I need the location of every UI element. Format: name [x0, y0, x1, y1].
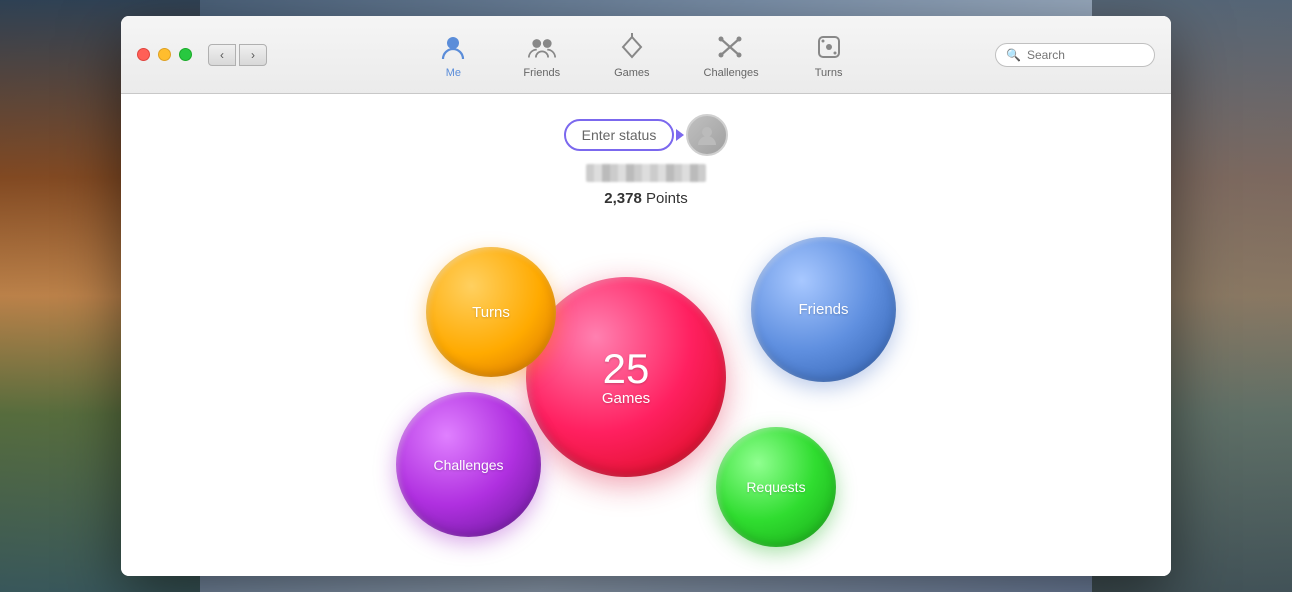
tab-turns-label: Turns: [815, 67, 843, 79]
games-count: 25: [603, 348, 650, 390]
search-input[interactable]: [1027, 48, 1144, 62]
search-box[interactable]: 🔍: [995, 43, 1155, 67]
points-display: 2,378 Points: [604, 190, 687, 207]
close-button[interactable]: [137, 48, 150, 61]
forward-button[interactable]: ›: [239, 44, 267, 66]
me-icon: [437, 31, 469, 63]
tabs-area: Me Friends: [287, 25, 995, 85]
challenges-icon: [715, 31, 747, 63]
tab-turns[interactable]: Turns: [801, 25, 857, 85]
tab-games-label: Games: [614, 67, 649, 79]
search-icon: 🔍: [1006, 48, 1021, 62]
bubble-turns[interactable]: Turns: [426, 247, 556, 377]
turns-label: Turns: [472, 304, 510, 321]
tab-challenges-label: Challenges: [704, 67, 759, 79]
challenges-label: Challenges: [433, 457, 503, 473]
status-text: Enter status: [582, 127, 657, 143]
tab-friends-label: Friends: [523, 67, 560, 79]
bubble-friends[interactable]: Friends: [751, 237, 896, 382]
forward-icon: ›: [251, 48, 255, 62]
requests-label: Requests: [746, 479, 805, 495]
friends-label: Friends: [798, 301, 848, 318]
points-value: 2,378: [604, 190, 642, 207]
tab-me[interactable]: Me: [425, 25, 481, 85]
username-pixelated: [586, 164, 706, 182]
status-area: Enter status: [564, 114, 729, 156]
tab-me-label: Me: [446, 67, 461, 79]
maximize-button[interactable]: [179, 48, 192, 61]
nav-arrows: ‹ ›: [208, 44, 267, 66]
main-content: Enter status 2,378 Points 25 Games Tur: [121, 94, 1171, 576]
status-bubble[interactable]: Enter status: [564, 119, 675, 151]
traffic-lights: [137, 48, 192, 61]
back-button[interactable]: ‹: [208, 44, 236, 66]
username-block: 2,378 Points: [586, 164, 706, 207]
bubbles-area: 25 Games Turns Friends Challenges Reques…: [346, 217, 946, 557]
games-label: Games: [602, 390, 650, 407]
avatar[interactable]: [686, 114, 728, 156]
friends-icon: [526, 31, 558, 63]
games-icon: [616, 31, 648, 63]
tab-challenges[interactable]: Challenges: [692, 25, 771, 85]
titlebar: ‹ › Me: [121, 16, 1171, 94]
bubble-requests[interactable]: Requests: [716, 427, 836, 547]
search-area: 🔍: [995, 43, 1155, 67]
turns-icon: [813, 31, 845, 63]
bubble-games[interactable]: 25 Games: [526, 277, 726, 477]
bubble-challenges[interactable]: Challenges: [396, 392, 541, 537]
back-icon: ‹: [220, 48, 224, 62]
tab-friends[interactable]: Friends: [511, 25, 572, 85]
points-label: Points: [646, 190, 688, 207]
app-window: ‹ › Me: [121, 16, 1171, 576]
minimize-button[interactable]: [158, 48, 171, 61]
tab-games[interactable]: Games: [602, 25, 661, 85]
